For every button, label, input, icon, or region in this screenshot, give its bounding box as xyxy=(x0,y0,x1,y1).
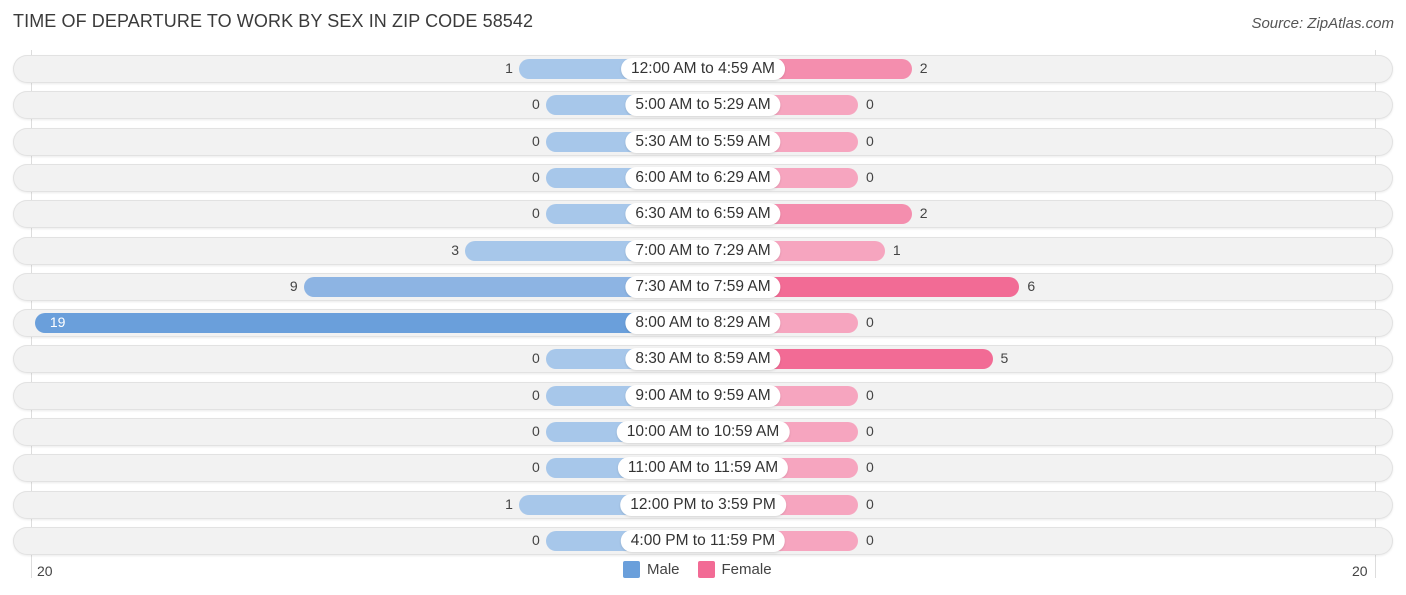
category-label: 9:00 AM to 9:59 AM xyxy=(625,384,781,407)
male-value-label: 9 xyxy=(289,277,298,294)
chart-row: 0 0 4:00 PM to 11:59 PM xyxy=(13,526,1393,555)
category-label: 5:00 AM to 5:29 AM xyxy=(625,94,781,117)
right-axis-tick: 20 xyxy=(1352,563,1368,579)
female-value-label: 2 xyxy=(919,205,928,222)
category-label: 5:30 AM to 5:59 AM xyxy=(625,130,781,153)
male-value-label: 19 xyxy=(49,314,66,331)
chart-row: 0 0 6:00 AM to 6:29 AM xyxy=(13,163,1393,192)
category-label: 4:00 PM to 11:59 PM xyxy=(620,529,786,552)
chart-row: 0 0 11:00 AM to 11:59 AM xyxy=(13,454,1393,483)
male-value-label: 0 xyxy=(532,205,540,222)
female-value-label: 0 xyxy=(866,495,874,512)
legend-label-male: Male xyxy=(647,561,680,578)
female-value-label: 0 xyxy=(866,314,874,331)
legend-swatch-male xyxy=(623,561,640,578)
male-value-label: 0 xyxy=(532,168,540,185)
female-value-label: 0 xyxy=(866,132,874,149)
category-label: 6:00 AM to 6:29 AM xyxy=(625,166,781,189)
female-value-label: 0 xyxy=(866,386,874,403)
chart-row: 0 5 8:30 AM to 8:59 AM xyxy=(13,345,1393,374)
male-value-label: 0 xyxy=(532,132,540,149)
chart-row: 0 2 6:30 AM to 6:59 AM xyxy=(13,200,1393,229)
chart-row: 0 0 9:00 AM to 9:59 AM xyxy=(13,381,1393,410)
female-value-label: 0 xyxy=(866,423,874,439)
legend-label-female: Female xyxy=(721,561,772,578)
male-value-label: 0 xyxy=(532,531,540,548)
female-value-label: 0 xyxy=(866,168,874,185)
legend-item-male: Male xyxy=(623,561,680,578)
male-value-label: 0 xyxy=(532,423,540,439)
male-value-label: 3 xyxy=(451,241,460,258)
category-label: 10:00 AM to 10:59 AM xyxy=(616,421,790,443)
female-value-label: 0 xyxy=(866,531,874,548)
category-label: 8:30 AM to 8:59 AM xyxy=(625,348,781,371)
legend-swatch-female xyxy=(697,561,715,578)
chart-row: 0 0 5:30 AM to 5:59 AM xyxy=(13,127,1393,156)
category-label: 12:00 PM to 3:59 PM xyxy=(620,493,786,516)
category-label: 6:30 AM to 6:59 AM xyxy=(625,203,781,226)
chart-row: 3 1 7:00 AM to 7:29 AM xyxy=(13,236,1393,265)
female-value-label: 6 xyxy=(1027,277,1036,294)
category-label: 11:00 AM to 11:59 AM xyxy=(617,457,789,480)
legend-item-female: Female xyxy=(697,561,772,578)
male-value-label: 1 xyxy=(505,60,513,76)
legend: Male Female xyxy=(623,561,790,578)
category-label: 7:00 AM to 7:29 AM xyxy=(625,239,781,262)
chart-row: 1 0 12:00 PM to 3:59 PM xyxy=(13,490,1393,519)
chart-row: 0 0 10:00 AM to 10:59 AM xyxy=(13,418,1393,446)
male-value-label: 0 xyxy=(532,350,540,367)
chart-row: 1 2 12:00 AM to 4:59 AM xyxy=(13,55,1393,83)
female-value-label: 5 xyxy=(1000,350,1009,367)
chart-row: 19 0 8:00 AM to 8:29 AM xyxy=(13,309,1393,338)
chart-row: 0 0 5:00 AM to 5:29 AM xyxy=(13,91,1393,120)
female-value-label: 0 xyxy=(866,96,874,113)
female-value-label: 0 xyxy=(866,459,874,476)
male-value-label: 1 xyxy=(505,495,513,512)
male-bar xyxy=(34,313,703,334)
female-value-label: 2 xyxy=(919,60,928,76)
category-label: 8:00 AM to 8:29 AM xyxy=(625,312,781,335)
chart-title: TIME OF DEPARTURE TO WORK BY SEX IN ZIP … xyxy=(13,11,534,31)
source-label: Source: ZipAtlas.com xyxy=(1251,15,1394,32)
female-value-label: 1 xyxy=(892,241,901,258)
chart-row: 9 6 7:30 AM to 7:59 AM xyxy=(13,272,1393,301)
male-value-label: 0 xyxy=(532,386,540,403)
left-axis-tick: 20 xyxy=(37,563,53,579)
male-value-label: 0 xyxy=(532,96,540,113)
category-label: 12:00 AM to 4:59 AM xyxy=(621,58,785,80)
male-value-label: 0 xyxy=(532,459,540,476)
category-label: 7:30 AM to 7:59 AM xyxy=(625,275,781,298)
